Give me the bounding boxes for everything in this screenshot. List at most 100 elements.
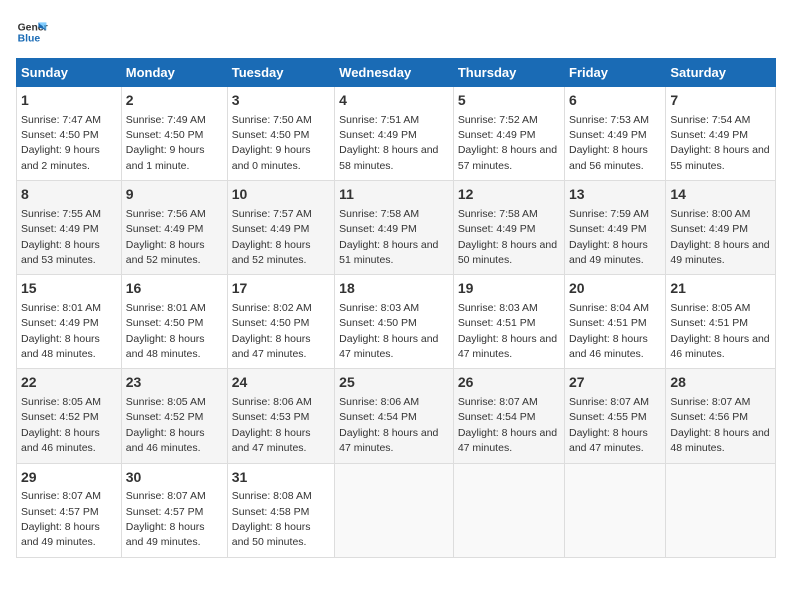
- calendar-cell: 21 Sunrise: 8:05 AMSunset: 4:51 PMDayligh…: [666, 275, 776, 369]
- calendar-week-row: 22Sunrise: 8:05 AMSunset: 4:52 PMDayligh…: [17, 369, 776, 463]
- day-number: 29: [21, 468, 117, 488]
- sunrise-info: Sunrise: 8:07 AMSunset: 4:56 PMDaylight:…: [670, 396, 769, 454]
- day-number: 5: [458, 91, 560, 111]
- day-number: 10: [232, 185, 330, 205]
- sunrise-info: Sunrise: 8:06 AMSunset: 4:53 PMDaylight:…: [232, 396, 312, 454]
- calendar-cell: 16 Sunrise: 8:01 AMSunset: 4:50 PMDayligh…: [121, 275, 227, 369]
- sunrise-info: Sunrise: 8:00 AMSunset: 4:49 PMDaylight:…: [670, 208, 769, 266]
- calendar-cell: 13 Sunrise: 7:59 AMSunset: 4:49 PMDayligh…: [565, 181, 666, 275]
- sunrise-info: Sunrise: 8:05 AMSunset: 4:51 PMDaylight:…: [670, 302, 769, 360]
- sunrise-info: Sunrise: 8:06 AMSunset: 4:54 PMDaylight:…: [339, 396, 438, 454]
- calendar-cell: 2Sunrise: 7:49 AMSunset: 4:50 PMDaylight…: [121, 87, 227, 181]
- logo: General Blue: [16, 16, 52, 48]
- day-number: 8: [21, 185, 117, 205]
- calendar-cell: [335, 463, 454, 557]
- calendar-cell: 5 Sunrise: 7:52 AMSunset: 4:49 PMDaylight…: [453, 87, 564, 181]
- calendar-cell: 18Sunrise: 8:03 AMSunset: 4:50 PMDayligh…: [335, 275, 454, 369]
- calendar-cell: 22Sunrise: 8:05 AMSunset: 4:52 PMDayligh…: [17, 369, 122, 463]
- sunrise-info: Sunrise: 7:58 AMSunset: 4:49 PMDaylight:…: [458, 208, 557, 266]
- calendar-cell: [453, 463, 564, 557]
- calendar-week-row: 1 Sunrise: 7:47 AMSunset: 4:50 PMDaylight…: [17, 87, 776, 181]
- sunrise-info: Sunrise: 8:07 AMSunset: 4:57 PMDaylight:…: [21, 490, 101, 548]
- sunrise-info: Sunrise: 7:50 AMSunset: 4:50 PMDaylight:…: [232, 114, 312, 172]
- day-number: 15: [21, 279, 117, 299]
- calendar-cell: 19 Sunrise: 8:03 AMSunset: 4:51 PMDayligh…: [453, 275, 564, 369]
- calendar-cell: 15 Sunrise: 8:01 AMSunset: 4:49 PMDayligh…: [17, 275, 122, 369]
- sunrise-info: Sunrise: 7:53 AMSunset: 4:49 PMDaylight:…: [569, 114, 649, 172]
- day-number: 7: [670, 91, 771, 111]
- header-saturday: Saturday: [666, 59, 776, 87]
- sunrise-info: Sunrise: 8:03 AMSunset: 4:51 PMDaylight:…: [458, 302, 557, 360]
- calendar-cell: 29Sunrise: 8:07 AMSunset: 4:57 PMDayligh…: [17, 463, 122, 557]
- day-number: 17: [232, 279, 330, 299]
- header-tuesday: Tuesday: [227, 59, 334, 87]
- day-number: 31: [232, 468, 330, 488]
- calendar-cell: 6 Sunrise: 7:53 AMSunset: 4:49 PMDaylight…: [565, 87, 666, 181]
- calendar-cell: 7Sunrise: 7:54 AMSunset: 4:49 PMDaylight…: [666, 87, 776, 181]
- calendar-cell: 25 Sunrise: 8:06 AMSunset: 4:54 PMDayligh…: [335, 369, 454, 463]
- day-number: 24: [232, 373, 330, 393]
- sunrise-info: Sunrise: 7:47 AMSunset: 4:50 PMDaylight:…: [21, 114, 101, 172]
- calendar-header-row: SundayMondayTuesdayWednesdayThursdayFrid…: [17, 59, 776, 87]
- day-number: 3: [232, 91, 330, 111]
- sunrise-info: Sunrise: 8:07 AMSunset: 4:55 PMDaylight:…: [569, 396, 649, 454]
- day-number: 1: [21, 91, 117, 111]
- calendar-cell: 24 Sunrise: 8:06 AMSunset: 4:53 PMDayligh…: [227, 369, 334, 463]
- svg-text:Blue: Blue: [18, 34, 41, 45]
- day-number: 26: [458, 373, 560, 393]
- day-number: 6: [569, 91, 661, 111]
- calendar-cell: [666, 463, 776, 557]
- day-number: 9: [126, 185, 223, 205]
- sunrise-info: Sunrise: 7:58 AMSunset: 4:49 PMDaylight:…: [339, 208, 438, 266]
- header-sunday: Sunday: [17, 59, 122, 87]
- sunrise-info: Sunrise: 7:59 AMSunset: 4:49 PMDaylight:…: [569, 208, 649, 266]
- sunrise-info: Sunrise: 7:56 AMSunset: 4:49 PMDaylight:…: [126, 208, 206, 266]
- sunrise-info: Sunrise: 7:57 AMSunset: 4:49 PMDaylight:…: [232, 208, 312, 266]
- calendar-cell: 23 Sunrise: 8:05 AMSunset: 4:52 PMDayligh…: [121, 369, 227, 463]
- sunrise-info: Sunrise: 8:01 AMSunset: 4:50 PMDaylight:…: [126, 302, 206, 360]
- calendar-cell: 8 Sunrise: 7:55 AMSunset: 4:49 PMDaylight…: [17, 181, 122, 275]
- calendar-cell: 10 Sunrise: 7:57 AMSunset: 4:49 PMDayligh…: [227, 181, 334, 275]
- sunrise-info: Sunrise: 8:05 AMSunset: 4:52 PMDaylight:…: [126, 396, 206, 454]
- calendar-cell: 9 Sunrise: 7:56 AMSunset: 4:49 PMDaylight…: [121, 181, 227, 275]
- calendar-week-row: 8 Sunrise: 7:55 AMSunset: 4:49 PMDaylight…: [17, 181, 776, 275]
- calendar-cell: 11 Sunrise: 7:58 AMSunset: 4:49 PMDayligh…: [335, 181, 454, 275]
- calendar-cell: 17 Sunrise: 8:02 AMSunset: 4:50 PMDayligh…: [227, 275, 334, 369]
- sunrise-info: Sunrise: 7:55 AMSunset: 4:49 PMDaylight:…: [21, 208, 101, 266]
- header-thursday: Thursday: [453, 59, 564, 87]
- day-number: 28: [670, 373, 771, 393]
- day-number: 25: [339, 373, 449, 393]
- calendar-cell: 30Sunrise: 8:07 AMSunset: 4:57 PMDayligh…: [121, 463, 227, 557]
- day-number: 20: [569, 279, 661, 299]
- calendar-cell: 27 Sunrise: 8:07 AMSunset: 4:55 PMDayligh…: [565, 369, 666, 463]
- calendar-cell: 14 Sunrise: 8:00 AMSunset: 4:49 PMDayligh…: [666, 181, 776, 275]
- day-number: 14: [670, 185, 771, 205]
- calendar-cell: 4Sunrise: 7:51 AMSunset: 4:49 PMDaylight…: [335, 87, 454, 181]
- calendar-cell: 26 Sunrise: 8:07 AMSunset: 4:54 PMDayligh…: [453, 369, 564, 463]
- day-number: 27: [569, 373, 661, 393]
- header-friday: Friday: [565, 59, 666, 87]
- day-number: 16: [126, 279, 223, 299]
- sunrise-info: Sunrise: 8:03 AMSunset: 4:50 PMDaylight:…: [339, 302, 438, 360]
- day-number: 13: [569, 185, 661, 205]
- sunrise-info: Sunrise: 8:01 AMSunset: 4:49 PMDaylight:…: [21, 302, 101, 360]
- day-number: 2: [126, 91, 223, 111]
- day-number: 30: [126, 468, 223, 488]
- header: General Blue: [16, 16, 776, 48]
- calendar-cell: 31Sunrise: 8:08 AMSunset: 4:58 PMDayligh…: [227, 463, 334, 557]
- day-number: 23: [126, 373, 223, 393]
- sunrise-info: Sunrise: 8:04 AMSunset: 4:51 PMDaylight:…: [569, 302, 649, 360]
- header-wednesday: Wednesday: [335, 59, 454, 87]
- sunrise-info: Sunrise: 7:51 AMSunset: 4:49 PMDaylight:…: [339, 114, 438, 172]
- calendar-cell: 20 Sunrise: 8:04 AMSunset: 4:51 PMDayligh…: [565, 275, 666, 369]
- sunrise-info: Sunrise: 7:52 AMSunset: 4:49 PMDaylight:…: [458, 114, 557, 172]
- logo-icon: General Blue: [16, 16, 48, 48]
- sunrise-info: Sunrise: 8:02 AMSunset: 4:50 PMDaylight:…: [232, 302, 312, 360]
- day-number: 21: [670, 279, 771, 299]
- calendar-table: SundayMondayTuesdayWednesdayThursdayFrid…: [16, 58, 776, 558]
- day-number: 19: [458, 279, 560, 299]
- sunrise-info: Sunrise: 8:07 AMSunset: 4:54 PMDaylight:…: [458, 396, 557, 454]
- day-number: 11: [339, 185, 449, 205]
- sunrise-info: Sunrise: 8:05 AMSunset: 4:52 PMDaylight:…: [21, 396, 101, 454]
- calendar-week-row: 15 Sunrise: 8:01 AMSunset: 4:49 PMDayligh…: [17, 275, 776, 369]
